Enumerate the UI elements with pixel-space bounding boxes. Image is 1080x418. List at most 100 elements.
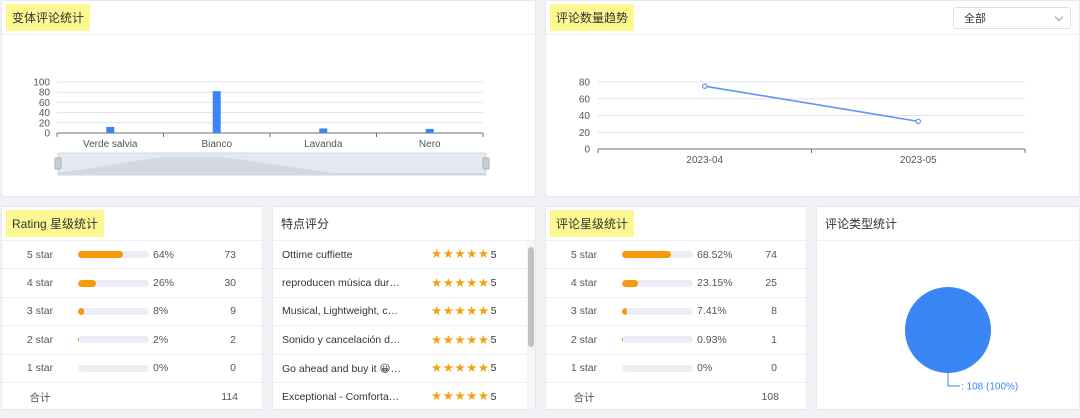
y-tick-label: 80	[39, 88, 51, 99]
pie-slice	[905, 287, 991, 373]
x-category-label: Lavanda	[304, 139, 343, 150]
y-tick-label: 20	[39, 118, 51, 129]
feature-text: Sonido y cancelación de r…	[282, 333, 402, 346]
star-icon: ★	[442, 304, 454, 319]
zoom-handle-left[interactable]	[54, 157, 62, 170]
star-icon: ★	[454, 247, 466, 262]
pie-slice-label: : 108 (100%)	[961, 382, 1018, 393]
data-zoom-slider[interactable]	[54, 152, 490, 176]
feature-card-title: 特点评分	[281, 217, 330, 231]
star-label: 2 star	[26, 333, 54, 346]
y-tick-label: 0	[44, 129, 50, 140]
y-tick-label: 60	[579, 94, 591, 105]
feature-star-rating: ★ ★ ★ ★ ★ 5	[431, 334, 496, 347]
rating-row: 2 star 2% 2	[2, 326, 262, 355]
y-tick-label: 0	[584, 145, 590, 156]
star-icon: ★	[477, 332, 490, 347]
zoom-handle-right[interactable]	[482, 157, 490, 170]
variant-card-header: 变体评论统计	[2, 1, 535, 35]
rating-count: 2	[230, 333, 236, 346]
feature-score-card: 特点评分 Ottime cuffiette ★ ★ ★ ★ ★ 5 reproducen mú…	[272, 206, 536, 410]
rating-row: 3 star 7.41% 8	[546, 298, 806, 327]
star-icon: ★	[466, 332, 478, 347]
star-icon: ★	[442, 389, 454, 404]
rating-row: 1 star 0% 0	[546, 355, 806, 383]
feature-row: Go ahead and buy it 😀👍 ★ ★ ★ ★ ★ 5	[273, 355, 535, 383]
x-category-label: Verde salvia	[83, 139, 138, 150]
trend-point	[701, 83, 708, 89]
rating-progress-track	[622, 251, 693, 259]
rating-count: 0	[230, 362, 236, 375]
star-icon: ★	[454, 304, 466, 319]
feature-star-rating: ★ ★ ★ ★ ★ 5	[431, 248, 496, 261]
rating-progress-track	[78, 251, 149, 259]
rating-row: 4 star 26% 30	[2, 269, 262, 298]
bar-verde-salvia	[106, 126, 115, 133]
star-icon: ★	[466, 361, 478, 375]
star-icon: ★	[442, 275, 454, 290]
rating-progress-track	[622, 279, 693, 287]
rating-count: 9	[230, 305, 236, 318]
rating-card-header: Rating 星级统计	[2, 207, 262, 241]
rating-row: 3 star 8% 9	[2, 298, 262, 327]
review-star-card: 评论星级统计 5 star 68.52% 74 4 star 23.15% 25 3 sta…	[545, 206, 807, 410]
rating-progress-fill	[622, 307, 628, 315]
rating-row: 1 star 0% 0	[2, 355, 262, 383]
rating-progress-track	[78, 364, 149, 372]
rating-rows: 5 star 64% 73 4 star 26% 30 3 star 8% 9 2 star 2% 2…	[2, 241, 262, 409]
feature-text: Musical, Lightweight, com…	[282, 305, 402, 318]
star-icon: ★	[431, 332, 443, 347]
feature-row: Ottime cuffiette ★ ★ ★ ★ ★ 5	[273, 241, 535, 270]
star-icon: ★	[477, 275, 490, 290]
star-icon: ★	[431, 275, 443, 290]
rating-percent: 0%	[153, 362, 169, 375]
feature-text: reproducen música durant…	[282, 277, 402, 290]
rating-percent: 64%	[153, 248, 175, 261]
y-tick-label: 100	[33, 78, 50, 89]
review-star-card-title: 评论星级统计	[550, 210, 635, 237]
rating-percent: 68.52%	[697, 248, 733, 261]
x-date-label: 2023-05	[900, 155, 937, 166]
rating-count: 1	[771, 333, 777, 346]
feature-row: Sonido y cancelación de r… ★ ★ ★ ★ ★ 5	[273, 326, 535, 355]
review-trend-card: 评论数量趋势 全部 0 20 40 60 80 2023-04 2023-05	[545, 0, 1080, 197]
bar-bianco	[212, 91, 221, 133]
chevron-down-icon	[1054, 12, 1064, 21]
feature-score: 5	[490, 362, 497, 375]
feature-score: 5	[490, 305, 497, 318]
rating-row: 4 star 23.15% 25	[546, 269, 806, 298]
rating-count: 0	[771, 362, 777, 375]
review-star-rows: 5 star 68.52% 74 4 star 23.15% 25 3 star 7.41% 8…	[546, 241, 806, 409]
trend-line	[704, 85, 919, 123]
star-icon: ★	[442, 247, 454, 262]
star-icon: ★	[431, 247, 443, 262]
x-category-label: Bianco	[201, 139, 232, 150]
feature-score: 5	[490, 390, 497, 403]
rating-percent: 26%	[153, 277, 175, 290]
rating-count: 74	[765, 248, 777, 261]
rating-percent: 23.15%	[697, 277, 733, 290]
trend-filter-select[interactable]: 全部	[953, 7, 1071, 29]
star-icon: ★	[466, 275, 478, 290]
star-label: 5 star	[26, 248, 54, 261]
total-count: 114	[221, 391, 238, 404]
star-icon: ★	[431, 304, 443, 319]
feature-row: reproducen música durant… ★ ★ ★ ★ ★ 5	[273, 269, 535, 298]
review-type-card: 评论类型统计 : 108 (100%)	[816, 206, 1080, 410]
y-tick-label: 60	[39, 98, 51, 109]
star-icon: ★	[454, 361, 466, 375]
feature-scrollbar[interactable]	[528, 247, 534, 347]
variant-bar-chart: 020406080100 Verde salvia Bianco Lavanda Ner…	[33, 78, 490, 176]
rating-progress-track	[622, 336, 693, 344]
feature-score: 5	[490, 277, 497, 290]
star-label: 3 star	[26, 305, 54, 318]
rating-row: 2 star 0.93% 1	[546, 326, 806, 355]
star-label: 5 star	[570, 248, 598, 261]
rating-row: 5 star 68.52% 74	[546, 241, 806, 270]
star-icon: ★	[454, 389, 466, 404]
feature-score: 5	[490, 248, 497, 261]
rating-row: 5 star 64% 73	[2, 241, 262, 270]
x-date-label: 2023-04	[686, 155, 723, 166]
rating-percent: 2%	[153, 333, 169, 346]
rating-count: 8	[771, 305, 777, 318]
